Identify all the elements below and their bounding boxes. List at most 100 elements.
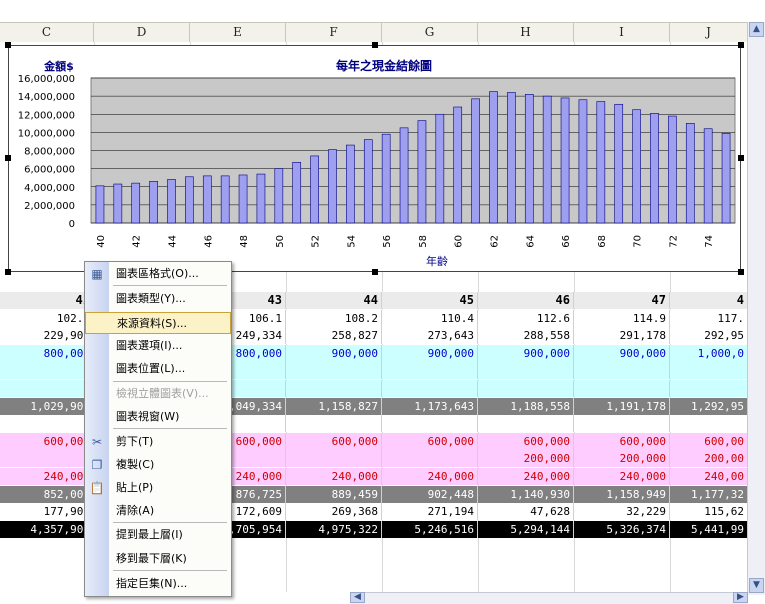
table-cell[interactable]: 291,178 — [574, 327, 670, 345]
table-cell[interactable]: 41 — [0, 292, 94, 309]
table-cell[interactable] — [0, 415, 94, 433]
table-cell[interactable] — [286, 362, 382, 380]
menu-item[interactable]: 指定巨集(N)... — [85, 573, 231, 595]
table-cell[interactable]: 288,558 — [478, 327, 574, 345]
menu-item[interactable]: 清除(A) — [85, 500, 231, 522]
scroll-up-button[interactable]: ▲ — [749, 22, 764, 37]
table-cell[interactable] — [0, 450, 94, 468]
table-cell[interactable] — [478, 415, 574, 433]
menu-item[interactable]: ❐ 複製(C) — [85, 454, 231, 476]
chart-handle-bc[interactable] — [372, 269, 378, 275]
table-cell[interactable]: 902,448 — [382, 485, 478, 503]
column-header-d[interactable]: D — [94, 23, 190, 42]
column-header-e[interactable]: E — [190, 23, 286, 42]
table-cell[interactable]: 200,000 — [478, 450, 574, 468]
horizontal-scrollbar[interactable]: ◀ ▶ — [350, 592, 748, 604]
table-cell[interactable]: 177,900 — [0, 503, 94, 521]
table-cell[interactable]: 200,000 — [574, 450, 670, 468]
table-cell[interactable]: 102.0 — [0, 309, 94, 327]
table-cell[interactable] — [286, 450, 382, 468]
table-cell[interactable]: 292,95 — [670, 327, 748, 345]
table-cell[interactable]: 229,900 — [0, 327, 94, 345]
table-cell[interactable]: 1,173,643 — [382, 397, 478, 415]
menu-item[interactable]: 圖表選項(I)... — [85, 335, 231, 357]
table-cell[interactable]: 1,158,949 — [574, 485, 670, 503]
menu-item[interactable]: 📋 貼上(P) — [85, 477, 231, 499]
table-cell[interactable]: 800,000 — [0, 344, 94, 362]
table-cell[interactable] — [670, 380, 748, 397]
table-cell[interactable]: 240,000 — [382, 468, 478, 485]
table-cell[interactable]: 1,000,0 — [670, 344, 748, 362]
table-cell[interactable]: 46 — [478, 292, 574, 309]
menu-item[interactable]: 來源資料(S)... — [85, 312, 231, 334]
scroll-left-button[interactable]: ◀ — [350, 592, 365, 603]
table-cell[interactable]: 45 — [382, 292, 478, 309]
table-cell[interactable]: 900,000 — [286, 344, 382, 362]
table-cell[interactable]: 889,459 — [286, 485, 382, 503]
table-cell[interactable]: 200,00 — [670, 450, 748, 468]
table-cell[interactable] — [382, 450, 478, 468]
table-cell[interactable] — [670, 362, 748, 380]
table-cell[interactable]: 240,00 — [670, 468, 748, 485]
chart-area[interactable]: 0 2,000,000 4,000,000 6,000,000 8,000,000 10,… — [8, 45, 741, 272]
column-header-j[interactable]: J — [670, 23, 748, 42]
table-cell[interactable] — [574, 362, 670, 380]
table-cell[interactable]: 600,000 — [0, 432, 94, 450]
table-cell[interactable]: 240,000 — [478, 468, 574, 485]
column-header-g[interactable]: G — [382, 23, 478, 42]
table-cell[interactable] — [286, 415, 382, 433]
table-cell[interactable]: 240,000 — [286, 468, 382, 485]
table-cell[interactable]: 5,294,144 — [478, 520, 574, 538]
chart-handle-mr[interactable] — [738, 155, 744, 161]
menu-item[interactable]: 移到最下層(K) — [85, 548, 231, 570]
table-cell[interactable]: 1,188,558 — [478, 397, 574, 415]
table-cell[interactable]: 240,000 — [0, 468, 94, 485]
column-header-h[interactable]: H — [478, 23, 574, 42]
scroll-down-button[interactable]: ▼ — [749, 578, 764, 593]
table-cell[interactable] — [478, 362, 574, 380]
table-cell[interactable]: 4,357,900 — [0, 520, 94, 538]
table-cell[interactable]: 1,191,178 — [574, 397, 670, 415]
chart-handle-br[interactable] — [738, 269, 744, 275]
table-cell[interactable]: 273,643 — [382, 327, 478, 345]
table-cell[interactable]: 900,000 — [574, 344, 670, 362]
table-cell[interactable]: 271,194 — [382, 503, 478, 521]
table-cell[interactable] — [286, 380, 382, 397]
table-cell[interactable]: 1,292,95 — [670, 397, 748, 415]
table-cell[interactable]: 900,000 — [478, 344, 574, 362]
vertical-scrollbar[interactable]: ▲ ▼ — [747, 22, 765, 595]
table-cell[interactable] — [478, 380, 574, 397]
table-cell[interactable] — [382, 362, 478, 380]
menu-item[interactable]: ✂ 剪下(T) — [85, 431, 231, 453]
table-cell[interactable]: 600,000 — [382, 432, 478, 450]
table-cell[interactable]: 600,000 — [286, 432, 382, 450]
table-cell[interactable]: 240,000 — [574, 468, 670, 485]
table-cell[interactable] — [382, 380, 478, 397]
table-cell[interactable] — [670, 415, 748, 433]
table-cell[interactable] — [0, 380, 94, 397]
column-header-c[interactable]: C — [0, 23, 94, 42]
table-cell[interactable]: 5,246,516 — [382, 520, 478, 538]
menu-item[interactable]: 提到最上層(I) — [85, 524, 231, 546]
chart-handle-tl[interactable] — [5, 42, 11, 48]
table-cell[interactable] — [574, 415, 670, 433]
table-cell[interactable]: 114.9 — [574, 309, 670, 327]
table-cell[interactable]: 47 — [574, 292, 670, 309]
table-cell[interactable]: 115,62 — [670, 503, 748, 521]
table-cell[interactable]: 4,975,322 — [286, 520, 382, 538]
table-cell[interactable]: 900,000 — [382, 344, 478, 362]
column-header-f[interactable]: F — [286, 23, 382, 42]
chart-handle-bl[interactable] — [5, 269, 11, 275]
menu-item[interactable]: 圖表位置(L)... — [85, 358, 231, 380]
table-cell[interactable]: 117. — [670, 309, 748, 327]
scroll-right-button[interactable]: ▶ — [733, 592, 748, 603]
chart-handle-tr[interactable] — [738, 42, 744, 48]
table-cell[interactable]: 112.6 — [478, 309, 574, 327]
table-cell[interactable]: 258,827 — [286, 327, 382, 345]
column-header-i[interactable]: I — [574, 23, 670, 42]
menu-item[interactable]: 圖表視窗(W) — [85, 406, 231, 428]
table-cell[interactable]: 5,441,99 — [670, 520, 748, 538]
table-cell[interactable]: 600,000 — [574, 432, 670, 450]
table-cell[interactable] — [382, 415, 478, 433]
table-cell[interactable]: 600,000 — [478, 432, 574, 450]
